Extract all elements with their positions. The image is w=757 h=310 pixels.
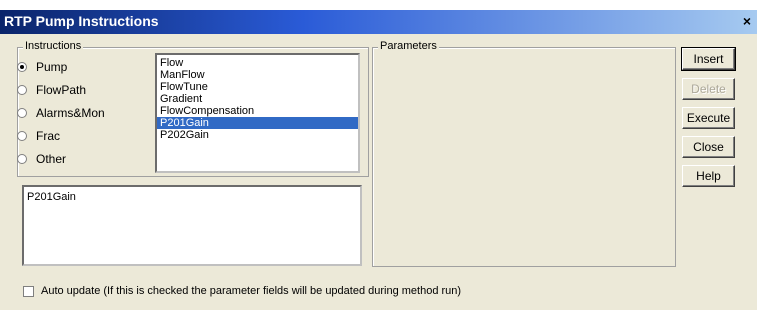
- auto-update-checkbox[interactable]: Auto update (If this is checked the para…: [23, 284, 461, 298]
- delete-button-label: Delete: [691, 82, 726, 96]
- parameters-legend: Parameters: [378, 40, 439, 52]
- list-item[interactable]: FlowCompensation: [157, 105, 358, 117]
- list-item[interactable]: P202Gain: [157, 129, 358, 141]
- radio-dot-icon: [17, 108, 27, 118]
- radio-label: Frac: [36, 129, 60, 143]
- radio-label: Other: [36, 152, 67, 166]
- radio-dot-icon: [17, 131, 27, 141]
- close-icon[interactable]: ×: [739, 13, 755, 29]
- radio-dot-icon: [17, 85, 27, 95]
- list-item-selected[interactable]: P201Gain: [157, 117, 358, 129]
- radio-other[interactable]: Other: [17, 151, 66, 167]
- insert-button[interactable]: Insert: [681, 47, 736, 71]
- close-button[interactable]: Close: [682, 136, 735, 158]
- list-item[interactable]: Gradient: [157, 93, 358, 105]
- radio-label: Pump: [36, 60, 68, 74]
- radio-label: FlowPath: [36, 83, 87, 97]
- parameters-group: Parameters: [372, 40, 676, 267]
- auto-update-label: Auto update (If this is checked the para…: [41, 285, 462, 297]
- list-item[interactable]: FlowTune: [157, 81, 358, 93]
- delete-button[interactable]: Delete: [682, 78, 735, 100]
- execute-button-label: Execute: [686, 111, 731, 125]
- list-item[interactable]: ManFlow: [157, 69, 358, 81]
- window-title: RTP Pump Instructions: [4, 13, 159, 29]
- insert-button-label: Insert: [693, 52, 724, 66]
- close-button-label: Close: [693, 140, 724, 154]
- radio-label: Alarms&Mon: [36, 106, 105, 120]
- radio-alarms-mon[interactable]: Alarms&Mon: [17, 105, 105, 121]
- radio-flowpath[interactable]: FlowPath: [17, 82, 86, 98]
- instructions-legend: Instructions: [23, 40, 84, 52]
- top-margin: [0, 0, 757, 10]
- help-button-label: Help: [696, 169, 721, 183]
- help-button[interactable]: Help: [682, 165, 735, 187]
- title-bar[interactable]: RTP Pump Instructions ×: [0, 10, 757, 34]
- list-item[interactable]: Flow: [157, 57, 358, 69]
- radio-frac[interactable]: Frac: [17, 128, 60, 144]
- execute-button[interactable]: Execute: [682, 107, 735, 129]
- radio-dot-icon: [17, 154, 27, 164]
- instruction-list[interactable]: Flow ManFlow FlowTune Gradient FlowCompe…: [155, 53, 360, 173]
- radio-dot-selected-icon: [17, 62, 27, 72]
- instruction-text-area[interactable]: P201Gain: [22, 185, 362, 266]
- radio-pump[interactable]: Pump: [17, 59, 67, 75]
- checkbox-icon[interactable]: [23, 285, 34, 297]
